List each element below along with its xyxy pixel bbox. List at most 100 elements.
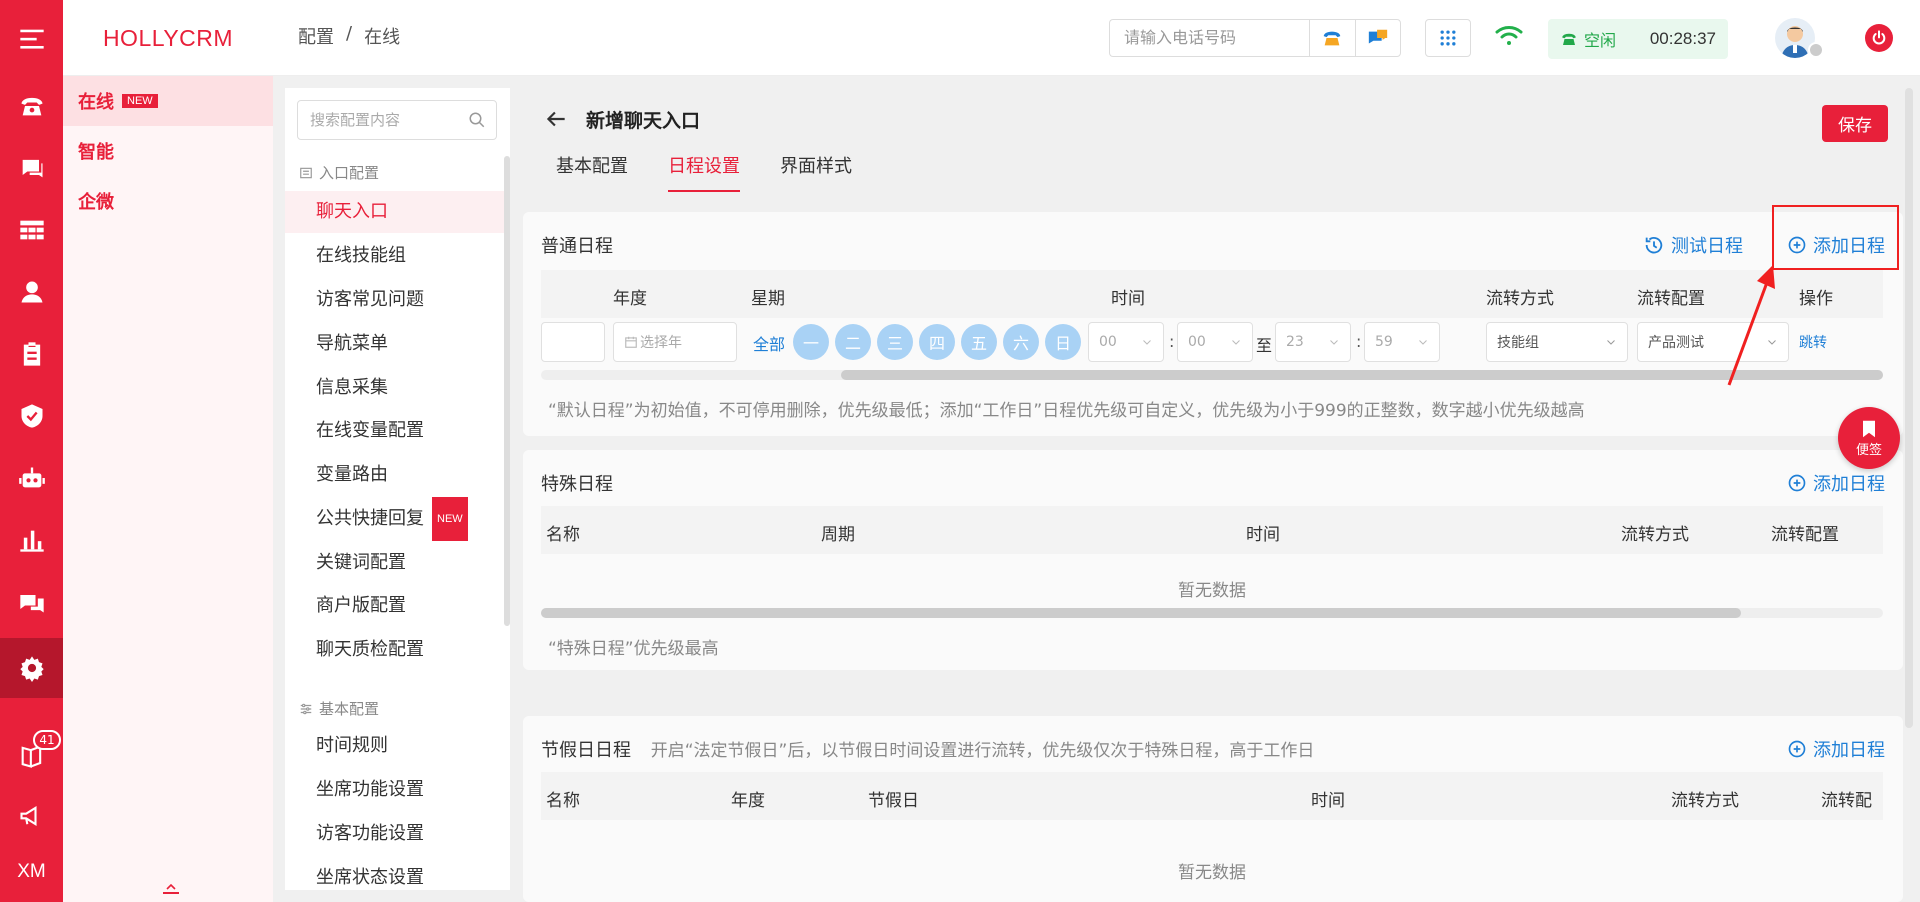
config-item[interactable]: 关键词配置 xyxy=(285,542,504,584)
holiday-description: 开启“法定节假日”后，以节假日时间设置进行流转，优先级仅次于特殊日程，高于工作日 xyxy=(650,741,1315,761)
config-item-label: 导航菜单 xyxy=(316,333,388,354)
config-item[interactable]: 在线技能组 xyxy=(285,235,504,277)
weekday-toggle[interactable]: 一 xyxy=(793,324,829,360)
agent-status[interactable]: 空闲 00:28:37 xyxy=(1548,19,1728,59)
user-icon[interactable] xyxy=(0,262,63,322)
search-icon[interactable] xyxy=(468,111,486,129)
start-hour-select[interactable]: 00 xyxy=(1088,322,1164,362)
tab-style[interactable]: 界面样式 xyxy=(780,152,852,192)
apps-grid-icon[interactable] xyxy=(1425,19,1471,57)
time-separator: : xyxy=(1169,332,1175,351)
menu-toggle-icon[interactable] xyxy=(0,9,63,69)
power-off-icon[interactable] xyxy=(1865,24,1893,52)
bookmark-icon xyxy=(1863,420,1875,437)
highlight-box xyxy=(1772,205,1899,270)
chevron-down-icon xyxy=(1330,340,1338,345)
routing-mode-select[interactable]: 技能组 xyxy=(1486,322,1628,362)
scrollbar-thumb[interactable] xyxy=(541,608,1741,618)
jump-link[interactable]: 跳转 xyxy=(1799,332,1827,352)
weekday-toggle[interactable]: 二 xyxy=(835,324,871,360)
start-minute-select[interactable]: 00 xyxy=(1177,322,1253,362)
sliders-icon xyxy=(300,703,312,714)
message-icon[interactable] xyxy=(0,572,63,632)
phone-icon[interactable] xyxy=(0,76,63,136)
config-item[interactable]: 坐席状态设置 xyxy=(285,857,504,899)
weekday-toggle[interactable]: 六 xyxy=(1003,324,1039,360)
end-hour-select[interactable]: 23 xyxy=(1275,322,1351,362)
add-schedule-label: 添加日程 xyxy=(1813,474,1885,495)
clipboard-icon[interactable] xyxy=(0,324,63,384)
chat-icon[interactable] xyxy=(0,138,63,198)
tab-schedule[interactable]: 日程设置 xyxy=(668,152,740,192)
config-item[interactable]: 在线变量配置 xyxy=(285,410,504,452)
top-bar: HOLLYCRM 配置 / 在线 请输入电话号码 空闲 00:28:37 xyxy=(63,0,1920,76)
chevron-down-icon xyxy=(1607,340,1615,345)
tab-bar: 基本配置 日程设置 界面样式 xyxy=(556,152,852,192)
page-title: 新增聊天入口 xyxy=(586,110,701,132)
config-item[interactable]: 变量路由 xyxy=(285,454,504,496)
settings-gear-icon[interactable] xyxy=(0,638,63,698)
robot-icon[interactable] xyxy=(0,448,63,508)
nav-item-label: 企微 xyxy=(78,192,114,213)
weekday-toggle[interactable]: 五 xyxy=(961,324,997,360)
back-arrow-icon[interactable] xyxy=(543,106,569,132)
table-hscrollbar[interactable] xyxy=(541,370,1883,380)
plus-circle-icon xyxy=(1788,474,1806,492)
config-item[interactable]: 访客常见问题 xyxy=(285,279,504,321)
column-header: 操作 xyxy=(1799,289,1833,309)
status-label: 空闲 xyxy=(1584,31,1617,50)
bar-chart-icon[interactable] xyxy=(0,510,63,570)
config-item-label: 坐席状态设置 xyxy=(316,867,424,888)
config-nav-scrollbar[interactable] xyxy=(504,156,510,626)
chat-message-icon[interactable] xyxy=(1356,20,1401,56)
main-content: 新增聊天入口 保存 基本配置 日程设置 界面样式 普通日程 测试日程 添加日程 … xyxy=(523,88,1920,902)
config-item[interactable]: 商户版配置 xyxy=(285,585,504,627)
column-header: 节假日 xyxy=(868,791,919,811)
save-button[interactable]: 保存 xyxy=(1822,105,1888,142)
column-header: 名称 xyxy=(546,791,580,811)
book-icon[interactable]: 41 xyxy=(0,726,63,786)
priority-input[interactable] xyxy=(541,322,605,362)
dial-phone-icon[interactable] xyxy=(1310,20,1356,56)
add-holiday-schedule-button[interactable]: 添加日程 xyxy=(1787,736,1885,762)
phone-number-input[interactable]: 请输入电话号码 xyxy=(1109,19,1309,57)
add-special-schedule-button[interactable]: 添加日程 xyxy=(1787,470,1885,496)
call-timer: 00:28:37 xyxy=(1649,29,1716,48)
sticky-note-button[interactable]: 便签 xyxy=(1838,407,1900,469)
year-picker[interactable]: 选择年 xyxy=(613,322,737,362)
status-phone-icon xyxy=(1562,33,1576,45)
nav-item-wecom[interactable]: 企微 xyxy=(63,176,273,226)
config-item-label: 在线技能组 xyxy=(316,245,406,266)
collapse-icon[interactable] xyxy=(163,884,179,894)
shield-icon[interactable] xyxy=(0,386,63,446)
nav-item-online[interactable]: 在线 NEW xyxy=(63,76,273,126)
chevron-down-icon xyxy=(1419,340,1427,345)
config-item[interactable]: 导航菜单 xyxy=(285,323,504,365)
config-item[interactable]: 公共快捷回复 NEW xyxy=(285,497,504,541)
config-item[interactable]: 时间规则 xyxy=(285,725,504,767)
rail-user-initials[interactable]: XM xyxy=(0,842,63,902)
config-item[interactable]: 聊天入口 xyxy=(285,191,504,233)
section-note: “特殊日程”优先级最高 xyxy=(548,639,719,659)
weekday-toggle[interactable]: 日 xyxy=(1045,324,1081,360)
table-hscrollbar[interactable] xyxy=(541,608,1883,618)
page-scrollbar[interactable] xyxy=(1905,88,1913,728)
config-item[interactable]: 聊天质检配置 xyxy=(285,629,504,671)
megaphone-icon[interactable] xyxy=(0,786,63,846)
config-search-input[interactable]: 搜索配置内容 xyxy=(297,100,497,140)
weekday-toggle[interactable]: 四 xyxy=(919,324,955,360)
config-item[interactable]: 信息采集 xyxy=(285,367,504,409)
section-title: 特殊日程 xyxy=(541,474,613,495)
end-minute-select[interactable]: 59 xyxy=(1364,322,1440,362)
nav-item-smart[interactable]: 智能 xyxy=(63,126,273,176)
dashboard-grid-icon[interactable] xyxy=(0,200,63,260)
tab-basic[interactable]: 基本配置 xyxy=(556,152,628,192)
config-item[interactable]: 坐席功能设置 xyxy=(285,769,504,811)
config-item[interactable]: 访客功能设置 xyxy=(285,813,504,855)
list-icon xyxy=(300,167,312,178)
breadcrumb-item[interactable]: 配置 xyxy=(298,23,334,49)
column-header: 时间 xyxy=(1111,289,1145,309)
select-all-days-link[interactable]: 全部 xyxy=(753,331,785,355)
calendar-icon xyxy=(625,336,637,348)
weekday-toggle[interactable]: 三 xyxy=(877,324,913,360)
